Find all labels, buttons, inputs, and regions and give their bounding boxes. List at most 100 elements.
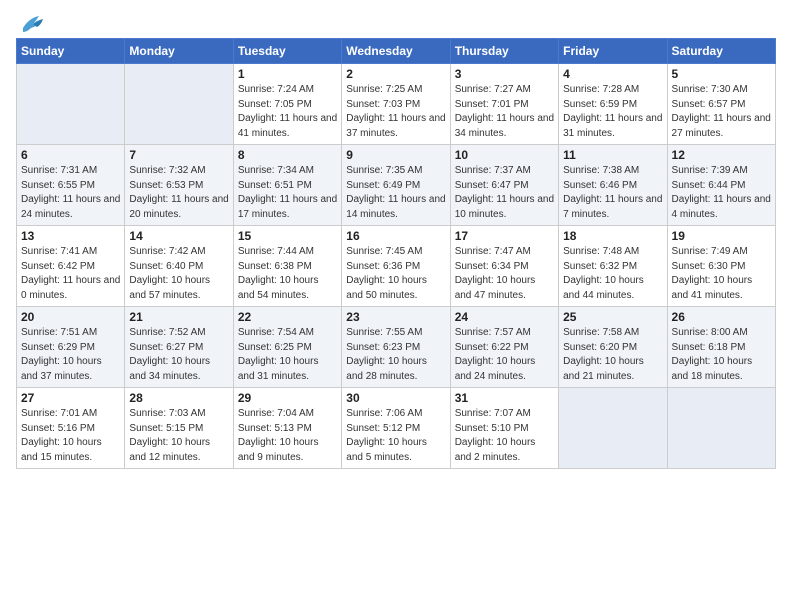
calendar-cell: 6 Sunrise: 7:31 AMSunset: 6:55 PMDaylight…	[17, 145, 125, 226]
day-info: Sunrise: 7:55 AMSunset: 6:23 PMDaylight:…	[346, 326, 445, 384]
calendar-cell	[17, 64, 125, 145]
day-info: Sunrise: 7:38 AMSunset: 6:46 PMDaylight:…	[563, 164, 662, 222]
day-number: 6	[21, 148, 120, 162]
day-number: 17	[455, 229, 554, 243]
calendar-cell: 1 Sunrise: 7:24 AMSunset: 7:05 PMDaylight…	[233, 64, 341, 145]
calendar-cell: 10 Sunrise: 7:37 AMSunset: 6:47 PMDayligh…	[450, 145, 558, 226]
calendar-cell: 4Sunrise: 7:28 AMSunset: 6:59 PMDaylight…	[559, 64, 667, 145]
calendar-cell: 3 Sunrise: 7:27 AMSunset: 7:01 PMDaylight…	[450, 64, 558, 145]
day-info: Sunrise: 7:42 AMSunset: 6:40 PMDaylight:…	[129, 245, 228, 303]
calendar-cell: 7 Sunrise: 7:32 AMSunset: 6:53 PMDaylight…	[125, 145, 233, 226]
day-number: 25	[563, 310, 662, 324]
weekday-header-row: SundayMondayTuesdayWednesdayThursdayFrid…	[17, 39, 776, 64]
day-info: Sunrise: 7:03 AMSunset: 5:15 PMDaylight:…	[129, 407, 228, 465]
calendar-cell	[667, 388, 775, 469]
day-info: Sunrise: 7:25 AMSunset: 7:03 PMDaylight:…	[346, 83, 445, 141]
calendar-cell: 26 Sunrise: 8:00 AMSunset: 6:18 PMDayligh…	[667, 307, 775, 388]
day-number: 20	[21, 310, 120, 324]
day-number: 11	[563, 148, 662, 162]
calendar-cell	[125, 64, 233, 145]
day-number: 30	[346, 391, 445, 405]
calendar-cell: 13Sunrise: 7:41 AMSunset: 6:42 PMDayligh…	[17, 226, 125, 307]
day-number: 26	[672, 310, 771, 324]
calendar-cell: 15 Sunrise: 7:44 AMSunset: 6:38 PMDayligh…	[233, 226, 341, 307]
day-info: Sunrise: 7:24 AMSunset: 7:05 PMDaylight:…	[238, 83, 337, 141]
day-number: 28	[129, 391, 228, 405]
calendar-cell: 31 Sunrise: 7:07 AMSunset: 5:10 PMDayligh…	[450, 388, 558, 469]
calendar-cell: 8 Sunrise: 7:34 AMSunset: 6:51 PMDaylight…	[233, 145, 341, 226]
day-info: Sunrise: 7:30 AMSunset: 6:57 PMDaylight:…	[672, 83, 771, 141]
calendar-cell: 18Sunrise: 7:48 AMSunset: 6:32 PMDayligh…	[559, 226, 667, 307]
day-info: Sunrise: 7:58 AMSunset: 6:20 PMDaylight:…	[563, 326, 662, 384]
calendar-cell: 23 Sunrise: 7:55 AMSunset: 6:23 PMDayligh…	[342, 307, 450, 388]
day-number: 19	[672, 229, 771, 243]
day-info: Sunrise: 7:31 AMSunset: 6:55 PMDaylight:…	[21, 164, 120, 222]
day-number: 24	[455, 310, 554, 324]
day-number: 12	[672, 148, 771, 162]
day-info: Sunrise: 7:35 AMSunset: 6:49 PMDaylight:…	[346, 164, 445, 222]
weekday-header-saturday: Saturday	[667, 39, 775, 64]
day-info: Sunrise: 7:32 AMSunset: 6:53 PMDaylight:…	[129, 164, 228, 222]
calendar-cell: 12 Sunrise: 7:39 AMSunset: 6:44 PMDayligh…	[667, 145, 775, 226]
week-row-1: 1 Sunrise: 7:24 AMSunset: 7:05 PMDaylight…	[17, 64, 776, 145]
day-info: Sunrise: 8:00 AMSunset: 6:18 PMDaylight:…	[672, 326, 771, 384]
calendar-cell: 11 Sunrise: 7:38 AMSunset: 6:46 PMDayligh…	[559, 145, 667, 226]
day-number: 10	[455, 148, 554, 162]
week-row-4: 20 Sunrise: 7:51 AMSunset: 6:29 PMDayligh…	[17, 307, 776, 388]
calendar-cell: 25 Sunrise: 7:58 AMSunset: 6:20 PMDayligh…	[559, 307, 667, 388]
calendar-cell: 24 Sunrise: 7:57 AMSunset: 6:22 PMDayligh…	[450, 307, 558, 388]
day-info: Sunrise: 7:01 AMSunset: 5:16 PMDaylight:…	[21, 407, 120, 465]
calendar-cell: 16 Sunrise: 7:45 AMSunset: 6:36 PMDayligh…	[342, 226, 450, 307]
day-number: 9	[346, 148, 445, 162]
week-row-3: 13Sunrise: 7:41 AMSunset: 6:42 PMDayligh…	[17, 226, 776, 307]
calendar-cell: 30 Sunrise: 7:06 AMSunset: 5:12 PMDayligh…	[342, 388, 450, 469]
calendar-cell: 19 Sunrise: 7:49 AMSunset: 6:30 PMDayligh…	[667, 226, 775, 307]
day-info: Sunrise: 7:06 AMSunset: 5:12 PMDaylight:…	[346, 407, 445, 465]
calendar-cell: 20 Sunrise: 7:51 AMSunset: 6:29 PMDayligh…	[17, 307, 125, 388]
day-number: 13	[21, 229, 120, 243]
day-number: 1	[238, 67, 337, 81]
day-number: 14	[129, 229, 228, 243]
day-info: Sunrise: 7:47 AMSunset: 6:34 PMDaylight:…	[455, 245, 554, 303]
day-info: Sunrise: 7:51 AMSunset: 6:29 PMDaylight:…	[21, 326, 120, 384]
calendar-cell	[559, 388, 667, 469]
day-number: 7	[129, 148, 228, 162]
day-info: Sunrise: 7:44 AMSunset: 6:38 PMDaylight:…	[238, 245, 337, 303]
day-info: Sunrise: 7:45 AMSunset: 6:36 PMDaylight:…	[346, 245, 445, 303]
logo-bird-icon	[19, 14, 47, 34]
day-info: Sunrise: 7:54 AMSunset: 6:25 PMDaylight:…	[238, 326, 337, 384]
day-info: Sunrise: 7:27 AMSunset: 7:01 PMDaylight:…	[455, 83, 554, 141]
calendar-cell: 9 Sunrise: 7:35 AMSunset: 6:49 PMDaylight…	[342, 145, 450, 226]
week-row-5: 27Sunrise: 7:01 AMSunset: 5:16 PMDayligh…	[17, 388, 776, 469]
day-number: 16	[346, 229, 445, 243]
weekday-header-monday: Monday	[125, 39, 233, 64]
day-info: Sunrise: 7:37 AMSunset: 6:47 PMDaylight:…	[455, 164, 554, 222]
weekday-header-sunday: Sunday	[17, 39, 125, 64]
day-number: 31	[455, 391, 554, 405]
day-number: 18	[563, 229, 662, 243]
weekday-header-thursday: Thursday	[450, 39, 558, 64]
day-number: 5	[672, 67, 771, 81]
day-info: Sunrise: 7:39 AMSunset: 6:44 PMDaylight:…	[672, 164, 771, 222]
page-header	[16, 12, 776, 30]
calendar-cell: 28 Sunrise: 7:03 AMSunset: 5:15 PMDayligh…	[125, 388, 233, 469]
calendar-cell: 21Sunrise: 7:52 AMSunset: 6:27 PMDayligh…	[125, 307, 233, 388]
day-number: 21	[129, 310, 228, 324]
weekday-header-wednesday: Wednesday	[342, 39, 450, 64]
day-info: Sunrise: 7:57 AMSunset: 6:22 PMDaylight:…	[455, 326, 554, 384]
calendar-cell: 29Sunrise: 7:04 AMSunset: 5:13 PMDayligh…	[233, 388, 341, 469]
day-number: 22	[238, 310, 337, 324]
day-number: 15	[238, 229, 337, 243]
week-row-2: 6 Sunrise: 7:31 AMSunset: 6:55 PMDaylight…	[17, 145, 776, 226]
day-info: Sunrise: 7:49 AMSunset: 6:30 PMDaylight:…	[672, 245, 771, 303]
day-number: 8	[238, 148, 337, 162]
calendar-cell: 14 Sunrise: 7:42 AMSunset: 6:40 PMDayligh…	[125, 226, 233, 307]
day-info: Sunrise: 7:07 AMSunset: 5:10 PMDaylight:…	[455, 407, 554, 465]
day-number: 23	[346, 310, 445, 324]
weekday-header-tuesday: Tuesday	[233, 39, 341, 64]
calendar-cell: 5 Sunrise: 7:30 AMSunset: 6:57 PMDaylight…	[667, 64, 775, 145]
day-number: 3	[455, 67, 554, 81]
day-info: Sunrise: 7:34 AMSunset: 6:51 PMDaylight:…	[238, 164, 337, 222]
day-number: 4	[563, 67, 662, 81]
day-number: 2	[346, 67, 445, 81]
